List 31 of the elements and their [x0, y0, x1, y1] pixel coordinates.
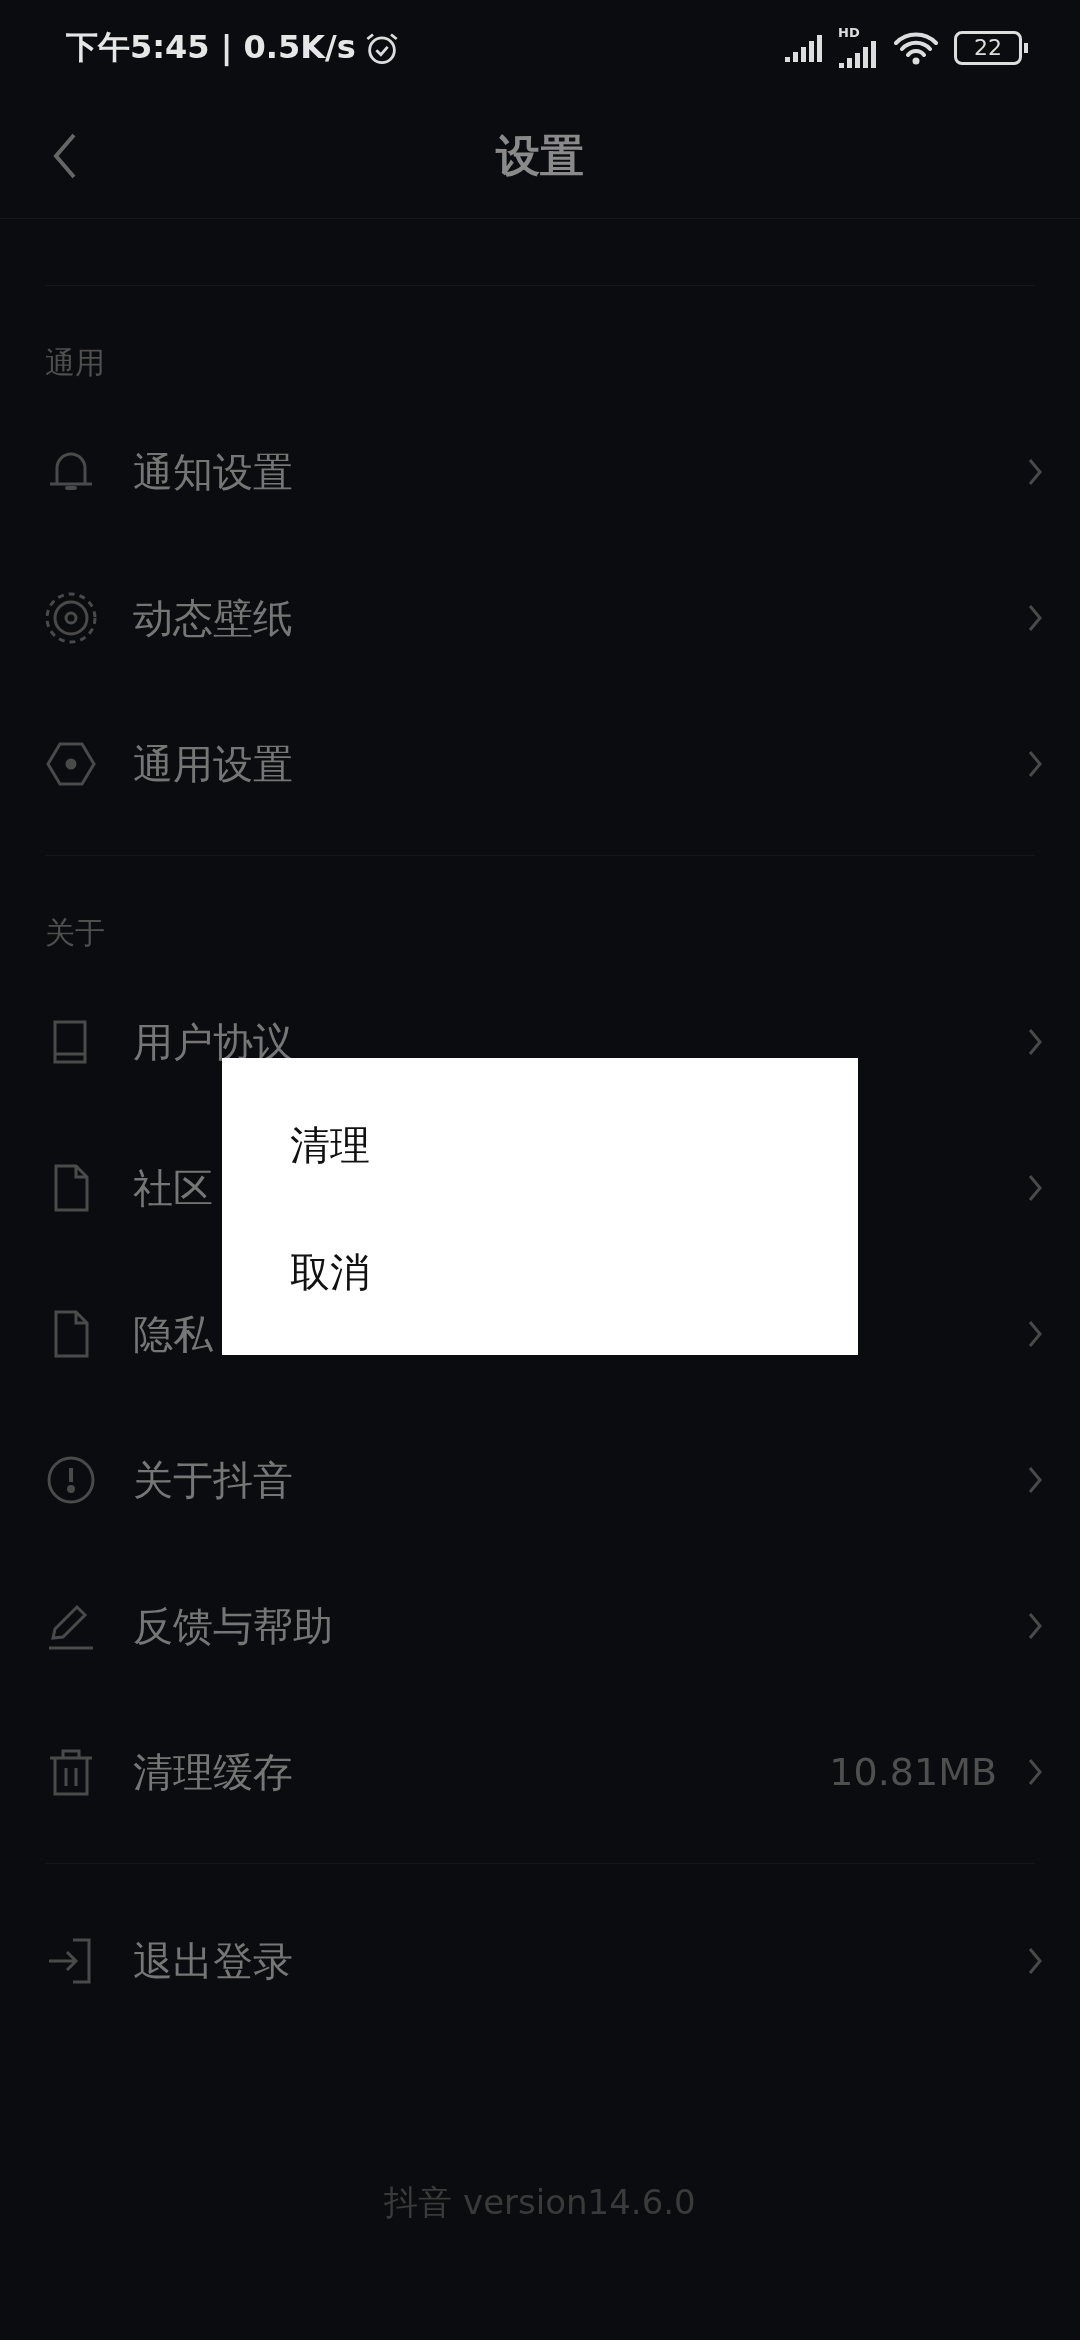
row-label[interactable]: 清理缓存 — [133, 1744, 293, 1800]
chevron-icon — [1027, 1465, 1043, 1495]
row-label[interactable]: 社区 — [133, 1160, 213, 1216]
row-label[interactable]: 通知设置 — [133, 444, 293, 500]
row-label[interactable]: 动态壁纸 — [133, 590, 293, 646]
battery-level: 22 — [974, 35, 1002, 60]
chevron-icon — [1027, 1757, 1043, 1787]
target-icon — [45, 592, 97, 644]
status-time: 下午5:45 | 0.5K/s — [66, 26, 356, 68]
chevron-icon — [1027, 1173, 1043, 1203]
row-label[interactable]: 通用设置 — [133, 736, 293, 792]
signal-icon — [838, 39, 878, 69]
page-title: 设置 — [496, 129, 584, 183]
row-label[interactable]: 隐私 — [133, 1306, 213, 1362]
row-label[interactable]: 反馈与帮助 — [133, 1598, 333, 1654]
signal-icon — [784, 32, 824, 63]
row-label[interactable]: 关于抖音 — [133, 1452, 293, 1508]
hd-label: HD — [838, 26, 860, 39]
section-label: 通用 — [44, 344, 106, 382]
chevron-icon — [1027, 1027, 1043, 1057]
wifi-icon — [894, 30, 938, 65]
chevron-icon — [1027, 1319, 1043, 1349]
chevron-icon — [1027, 1946, 1043, 1976]
chevron-icon — [1027, 603, 1043, 633]
chevron-icon — [1027, 457, 1043, 487]
section-label: 关于 — [44, 914, 106, 952]
chevron-icon — [1027, 1611, 1043, 1641]
alert-icon — [45, 1454, 97, 1506]
cache-size: 10.81MB — [829, 1750, 997, 1794]
chevron-icon — [1027, 749, 1043, 779]
row-label[interactable]: 退出登录 — [133, 1933, 293, 1989]
